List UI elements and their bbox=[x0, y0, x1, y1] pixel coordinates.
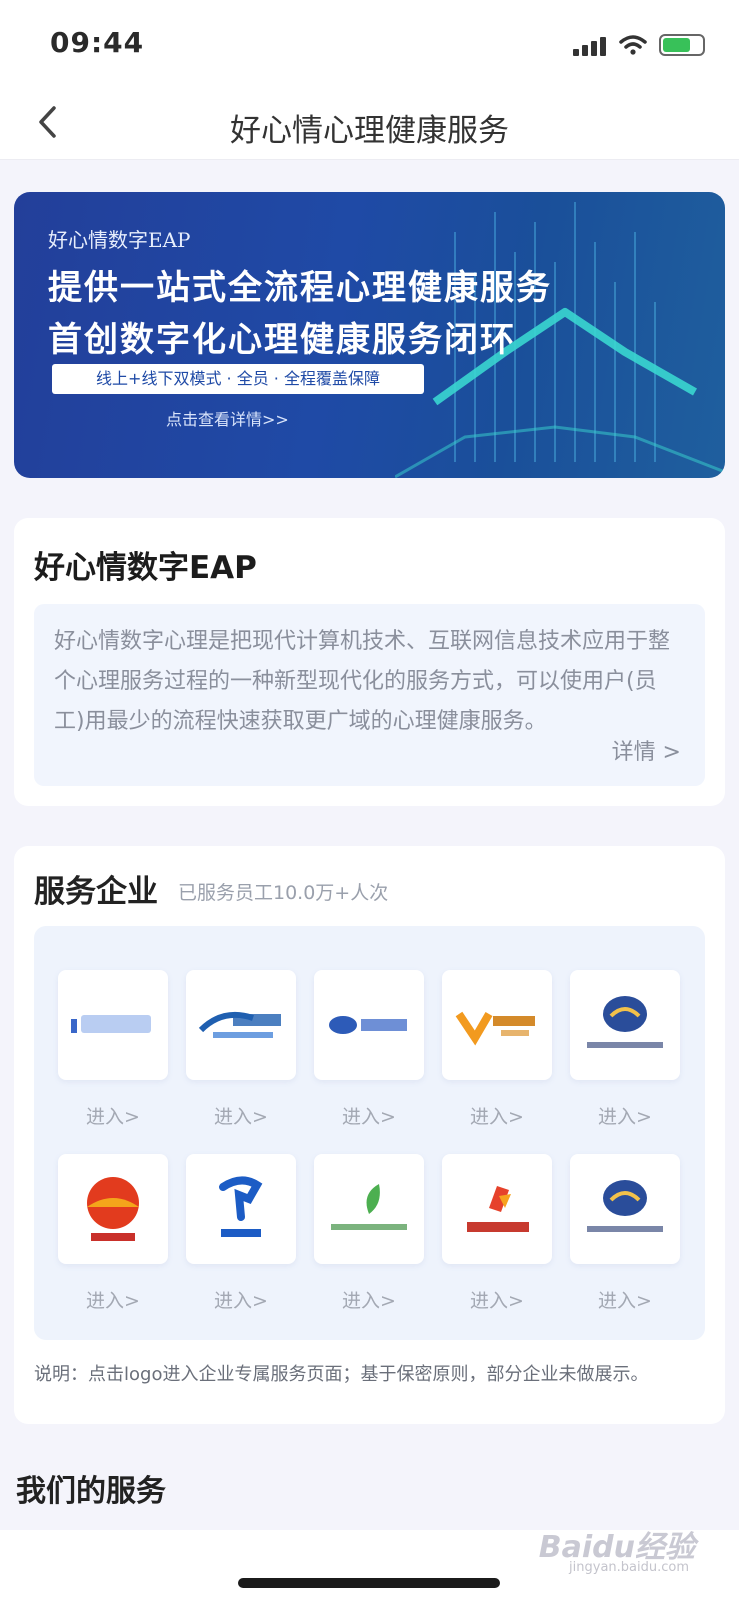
company-enter-link[interactable]: 进入> bbox=[470, 1286, 524, 1313]
company-enter-link[interactable]: 进入> bbox=[598, 1102, 652, 1129]
company-logo-orange-v-icon[interactable] bbox=[442, 970, 552, 1080]
company-logo-telecom-icon[interactable] bbox=[186, 1154, 296, 1264]
nav-bar: 好心情心理健康服务 bbox=[0, 86, 739, 160]
eap-title: 好心情数字EAP bbox=[34, 550, 257, 586]
company-logo-item[interactable]: 进入> bbox=[186, 970, 296, 1154]
company-logo-navy-emblem-icon[interactable] bbox=[570, 970, 680, 1080]
company-enter-link[interactable]: 进入> bbox=[214, 1102, 268, 1129]
eap-card: 好心情数字EAP 好心情数字心理是把现代计算机技术、互联网信息技术应用于整个心理… bbox=[14, 518, 725, 806]
company-logo-item[interactable]: 进入> bbox=[186, 1154, 296, 1338]
company-logo-blue-arc-icon[interactable] bbox=[186, 970, 296, 1080]
company-enter-link[interactable]: 进入> bbox=[86, 1102, 140, 1129]
baidu-watermark-sub: jingyan.baidu.com bbox=[569, 1560, 689, 1575]
company-enter-link[interactable]: 进入> bbox=[598, 1286, 652, 1313]
page-title: 好心情心理健康服务 bbox=[230, 113, 509, 149]
eap-description-box: 好心情数字心理是把现代计算机技术、互联网信息技术应用于整个心理服务过程的一种新型… bbox=[34, 604, 705, 786]
company-logo-item[interactable]: 进入> bbox=[58, 1154, 168, 1338]
company-enter-link[interactable]: 进入> bbox=[342, 1102, 396, 1129]
status-time: 09:44 bbox=[50, 26, 145, 59]
home-indicator[interactable] bbox=[238, 1578, 500, 1588]
company-logo-blue-text-icon[interactable] bbox=[58, 970, 168, 1080]
eap-description: 好心情数字心理是把现代计算机技术、互联网信息技术应用于整个心理服务过程的一种新型… bbox=[54, 629, 671, 734]
company-logo-sunrise-icon[interactable] bbox=[58, 1154, 168, 1264]
company-logo-blue-oval-icon[interactable] bbox=[314, 970, 424, 1080]
status-icons bbox=[573, 32, 705, 58]
service-subtitle: 已服务员工10.0万+人次 bbox=[178, 882, 389, 904]
company-enter-link[interactable]: 进入> bbox=[214, 1286, 268, 1313]
company-logo-item[interactable]: 进入> bbox=[58, 970, 168, 1154]
battery-icon bbox=[659, 34, 705, 56]
company-logo-navy-emblem-2-icon[interactable] bbox=[570, 1154, 680, 1264]
company-logo-item[interactable]: 进入> bbox=[442, 1154, 552, 1338]
banner-small-title: 好心情数字EAP bbox=[48, 228, 191, 252]
company-logo-green-leaf-icon[interactable] bbox=[314, 1154, 424, 1264]
service-companies-card: 服务企业 已服务员工10.0万+人次 进入> 进入> 进入> 进入> 进入> 进入> 进入>… bbox=[14, 846, 725, 1424]
company-logo-item[interactable]: 进入> bbox=[314, 1154, 424, 1338]
banner-headline-2: 首创数字化心理健康服务闭环 bbox=[48, 320, 516, 360]
company-enter-link[interactable]: 进入> bbox=[342, 1286, 396, 1313]
company-logo-item[interactable]: 进入> bbox=[570, 970, 680, 1154]
company-logo-item[interactable]: 进入> bbox=[442, 970, 552, 1154]
our-services-heading: 我们的服务 bbox=[16, 1474, 166, 1509]
company-logo-item[interactable]: 进入> bbox=[570, 1154, 680, 1338]
company-logo-item[interactable]: 进入> bbox=[314, 970, 424, 1154]
company-logo-panel: 进入> 进入> 进入> 进入> 进入> 进入> 进入> 进入> 进入> 进入> bbox=[34, 926, 705, 1340]
eap-more-link[interactable]: 详情 > bbox=[612, 734, 681, 766]
signal-icon bbox=[573, 34, 607, 56]
banner-pill: 线上+线下双模式 · 全员 · 全程覆盖保障 bbox=[52, 364, 424, 394]
status-bar: 09:44 bbox=[0, 0, 739, 86]
service-title: 服务企业 bbox=[34, 874, 158, 910]
wifi-icon bbox=[619, 35, 647, 55]
company-enter-link[interactable]: 进入> bbox=[470, 1102, 524, 1129]
eap-banner[interactable]: 好心情数字EAP 提供一站式全流程心理健康服务 首创数字化心理健康服务闭环 线上… bbox=[14, 192, 725, 478]
company-logo-grid: 进入> 进入> 进入> 进入> 进入> 进入> 进入> 进入> 进入> 进入> bbox=[58, 970, 680, 1338]
banner-link: 点击查看详情>> bbox=[166, 410, 289, 429]
service-note: 说明：点击logo进入企业专属服务页面；基于保密原则，部分企业未做展示。 bbox=[34, 1364, 649, 1385]
company-enter-link[interactable]: 进入> bbox=[86, 1286, 140, 1313]
company-logo-red-orange-icon[interactable] bbox=[442, 1154, 552, 1264]
banner-headline-1: 提供一站式全流程心理健康服务 bbox=[48, 268, 552, 308]
